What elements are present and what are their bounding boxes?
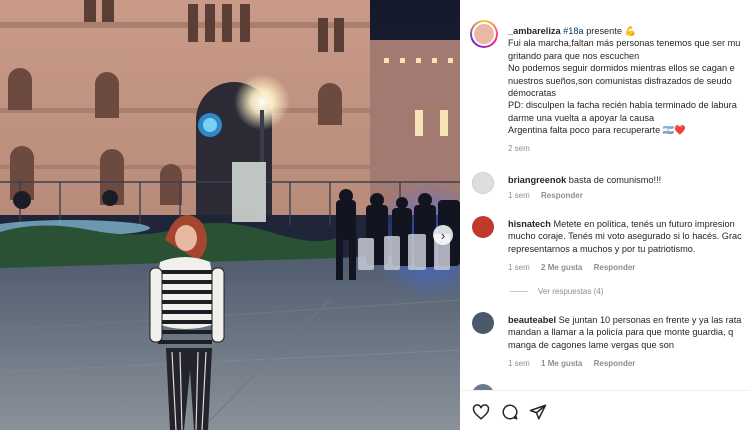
comment-line: basta de comunismo!!! (568, 175, 662, 185)
caption-line: Fui ala marcha,faltan más personas tenem… (508, 38, 741, 49)
caption-header-line: _ambareliza #18a presente 💪 (508, 25, 750, 37)
author-avatar[interactable] (470, 20, 498, 48)
chevron-right-icon[interactable]: › (433, 225, 453, 245)
post-actions-bar (460, 390, 750, 430)
comment-meta: 1 sem 2 Me gusta Responder (508, 263, 644, 272)
caption-line: No podemos seguir dormidos mientras ello… (508, 63, 735, 74)
comment-line: manga de cagones lame vergas que son (508, 339, 674, 350)
comment-line: mandan a llamar a la policía para que mo… (508, 327, 734, 338)
commenter-username[interactable]: briangreenok (508, 175, 566, 185)
comment-line: Metete en política, tenés un futuro impr… (553, 219, 735, 229)
comments-panel: _ambareliza #18a presente 💪 Fui ala marc… (460, 0, 750, 430)
reply-button[interactable]: Responder (594, 359, 636, 368)
view-replies-button[interactable]: Ver respuestas (4) (510, 287, 603, 296)
caption-line: démocratas (508, 88, 557, 99)
caption-line: Argentina falta poco para recuperarte 🇦🇷… (508, 125, 686, 136)
caption-suffix: presente 💪 (586, 26, 636, 36)
post-photo: › (0, 0, 460, 430)
reply-button[interactable]: Responder (594, 263, 636, 272)
comment-text: briangreenok basta de comunismo!!! (508, 174, 750, 186)
commenter-avatar[interactable] (472, 312, 494, 334)
comment-text: beauteabel Se juntan 10 personas en fren… (508, 314, 750, 351)
send-icon[interactable] (529, 403, 547, 421)
replies-divider (510, 291, 528, 292)
comment-text: hisnatech Metete en política, tenés un f… (508, 218, 750, 255)
comment-likes[interactable]: 1 Me gusta (541, 359, 582, 368)
comment-meta: 1 sem Responder (508, 191, 592, 200)
commenter-avatar[interactable] (472, 216, 494, 238)
commenter-username[interactable]: beauteabel (508, 315, 556, 325)
comment-time: 1 sem (508, 263, 530, 272)
caption-line: darme una vuelta a apoyar la causa (508, 112, 655, 123)
comment-line: representarnos a muchos y por tu patriot… (508, 243, 696, 254)
comment-line: Se juntan 10 personas en frente y ya las… (558, 315, 742, 325)
comment-time: 1 sem (508, 191, 530, 200)
caption-line: nuestros sueños,son comunistas disfrazad… (508, 75, 732, 86)
caption-hashtag[interactable]: #18a (563, 26, 583, 36)
photo-scene (0, 0, 460, 430)
heart-icon[interactable] (472, 403, 490, 421)
comment-meta: 1 sem 1 Me gusta Responder (508, 359, 644, 368)
commenter-username[interactable]: hisnatech (508, 219, 551, 229)
author-username[interactable]: _ambareliza (508, 26, 561, 36)
post-caption: _ambareliza #18a presente 💪 Fui ala marc… (508, 25, 750, 137)
comment-likes[interactable]: 2 Me gusta (541, 263, 582, 272)
comment-time: 1 sem (508, 359, 530, 368)
comment-line: mucho coraje. Tenés mi voto asegurado si… (508, 231, 742, 242)
caption-line: PD: disculpen la facha recién había term… (508, 100, 737, 111)
commenter-avatar[interactable] (472, 172, 494, 194)
caption-line: gritando para que nos escuchen (508, 50, 640, 61)
comment-icon[interactable] (501, 403, 519, 421)
post-time: 2 sem (508, 144, 530, 153)
view-replies-label: Ver respuestas (4) (538, 287, 604, 296)
reply-button[interactable]: Responder (541, 191, 583, 200)
